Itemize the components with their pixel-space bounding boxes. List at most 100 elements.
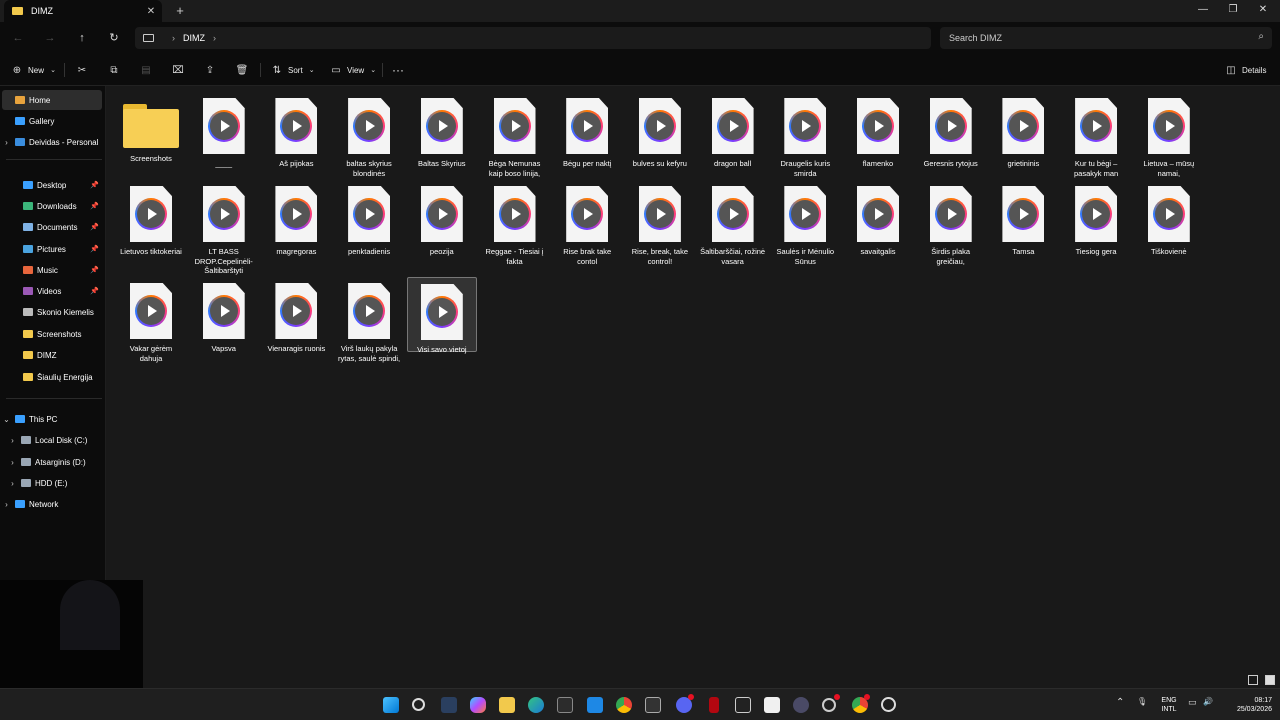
chevron-up-icon[interactable]: ⌃ [1116, 697, 1124, 708]
video-file-item[interactable]: Virš laukų pakyla rytas, saulė spindi, [334, 277, 404, 363]
back-button[interactable]: ← [10, 30, 26, 46]
expand-chevron-icon[interactable]: ⌄ [2, 415, 11, 424]
chrome-icon[interactable] [616, 697, 632, 713]
chevron-right-icon[interactable]: › [213, 33, 216, 43]
video-file-item[interactable]: Rise brak take contol [552, 180, 622, 266]
store-icon[interactable] [557, 697, 573, 713]
video-file-item[interactable]: Rise, break, take control! [625, 180, 695, 266]
epic-games-icon[interactable] [645, 697, 661, 713]
video-file-item[interactable]: Tamsa [988, 180, 1058, 257]
sidebar-item-music[interactable]: Music 📌 [2, 260, 102, 280]
video-file-item[interactable]: bulves su kefyru [625, 92, 695, 169]
video-file-item[interactable]: ____ [189, 92, 259, 169]
file-explorer-icon[interactable] [499, 697, 515, 713]
video-file-item[interactable]: Kur tu bėgi – pasakyk man [1061, 92, 1131, 178]
video-file-item[interactable]: Lietuvos tiktokeriai [116, 180, 186, 257]
video-file-item[interactable]: Reggae - Tiesiai į fakta [480, 180, 550, 266]
expand-chevron-icon[interactable]: › [8, 436, 17, 445]
video-file-item[interactable]: Aš pijokas [261, 92, 331, 169]
delete-button[interactable]: 🗑 [235, 62, 253, 78]
new-tab-button[interactable]: + [172, 3, 188, 19]
video-file-item[interactable]: Širdis plaka greičiau, [916, 180, 986, 266]
paste-button[interactable]: ▤ [139, 62, 157, 78]
sidebar-item-gallery[interactable]: Gallery [2, 111, 102, 131]
sidebar-item-dimz[interactable]: DIMZ [2, 345, 102, 365]
close-window-button[interactable]: ✕ [1248, 0, 1278, 22]
details-button[interactable]: ◫ Details [1224, 62, 1266, 78]
notepad-icon[interactable] [764, 697, 780, 713]
expand-chevron-icon[interactable]: › [2, 138, 11, 147]
media-player-icon[interactable] [881, 697, 896, 712]
sidebar-item-this-pc[interactable]: ⌄ This PC [2, 409, 102, 429]
steam-icon[interactable] [441, 697, 457, 713]
volume-icon[interactable]: 🔊 [1203, 697, 1213, 706]
video-file-item[interactable]: Vienaragis ruonis [261, 277, 331, 354]
sidebar-item-documents[interactable]: Documents 📌 [2, 217, 102, 237]
video-file-item[interactable]: Vapsva [189, 277, 259, 354]
sidebar-item-skonio-kiemelis[interactable]: Skonio Kiemelis [2, 302, 102, 322]
share-button[interactable]: ⇪ [203, 62, 221, 78]
video-file-item[interactable]: grietininis [988, 92, 1058, 169]
new-button[interactable]: ⊕ New ⌄ [10, 62, 64, 78]
sort-button[interactable]: ⇅ Sort ⌄ [270, 62, 323, 78]
video-file-item[interactable]: flamenko [843, 92, 913, 169]
video-file-item[interactable]: Vakar gėrėm dahuja [116, 277, 186, 363]
video-file-item[interactable]: baltas skyrius blondinės [334, 92, 404, 178]
video-file-item[interactable]: Baltas Skyrius [407, 92, 477, 169]
mail-icon[interactable] [587, 697, 603, 713]
edge-icon[interactable] [528, 697, 544, 713]
sidebar-item-home[interactable]: Home [2, 90, 102, 110]
expand-chevron-icon[interactable]: › [8, 458, 17, 467]
sidebar-item-local-disk-c[interactable]: › Local Disk (C:) [2, 430, 102, 450]
more-options-button[interactable]: ··· [392, 62, 404, 78]
obs-icon[interactable] [822, 698, 836, 712]
refresh-button[interactable]: ↻ [106, 30, 122, 46]
up-button[interactable]: ↑ [74, 30, 90, 46]
video-file-item[interactable]: Visi savo vietoj [406, 277, 477, 354]
sidebar-item-deividas-personal[interactable]: › Deividas - Personal [2, 132, 102, 152]
view-button[interactable]: ▭ View ⌄ [329, 62, 384, 78]
folder-item[interactable]: Screenshots [116, 92, 186, 164]
tab-close-button[interactable]: ✕ [144, 6, 158, 17]
video-file-item[interactable]: Tiesiog gera [1061, 180, 1131, 257]
microphone-icon[interactable]: 🎙 [1137, 697, 1147, 706]
x-app-icon[interactable] [735, 697, 751, 713]
expand-chevron-icon[interactable]: › [8, 479, 17, 488]
cut-button[interactable]: ✂ [75, 62, 93, 78]
address-bar[interactable]: › DIMZ › [135, 27, 931, 49]
copy-button[interactable]: ⧉ [107, 62, 125, 78]
sidebar-item-atsarginis-d[interactable]: › Atsarginis (D:) [2, 452, 102, 472]
search-icon[interactable] [412, 698, 425, 711]
sidebar-item-pictures[interactable]: Pictures 📌 [2, 239, 102, 259]
video-file-item[interactable]: magregoras [261, 180, 331, 257]
netflix-icon[interactable] [709, 697, 719, 713]
forward-button[interactable]: → [42, 30, 58, 46]
copilot-icon[interactable] [470, 697, 486, 713]
sidebar-item-desktop[interactable]: Desktop 📌 [2, 175, 102, 195]
video-file-item[interactable]: Lietuva – mūsų namai, [1134, 92, 1204, 178]
video-file-item[interactable]: Saulės ir Mėnulio Sūnus [770, 180, 840, 266]
video-file-item[interactable]: dragon ball [698, 92, 768, 169]
minimize-button[interactable]: — [1188, 0, 1218, 22]
sidebar-item-videos[interactable]: Videos 📌 [2, 281, 102, 301]
video-file-item[interactable]: Geresnis rytojus [916, 92, 986, 169]
video-file-item[interactable]: savaitgalis [843, 180, 913, 257]
video-file-item[interactable]: Bėga Nemunas kaip boso linija, [480, 92, 550, 178]
sidebar-item-hdd-e[interactable]: › HDD (E:) [2, 473, 102, 493]
search-input[interactable]: Search DIMZ ⌕ [940, 27, 1272, 49]
video-file-item[interactable]: Draugelis kuris smirda [770, 92, 840, 178]
sidebar-item-downloads[interactable]: Downloads 📌 [2, 196, 102, 216]
start-windows-icon[interactable] [383, 697, 399, 713]
video-file-item[interactable]: penktadienis [334, 180, 404, 257]
clock[interactable]: 08:17 25/03/2026 [1226, 696, 1272, 714]
sidebar-item-šiaulių-energija[interactable]: Šiaulių Energija [2, 367, 102, 387]
language-indicator[interactable]: ENG INTL [1158, 696, 1180, 714]
maximize-button[interactable]: ❐ [1218, 0, 1248, 22]
tab-dimz[interactable]: DIMZ ✕ [4, 0, 162, 22]
video-file-item[interactable]: LT BASS DROP.Cepelinėli-Šaltibarštyti [189, 180, 259, 276]
sidebar-item-network[interactable]: › Network [2, 494, 102, 514]
large-icons-view-toggle[interactable] [1265, 675, 1275, 685]
monitor-icon[interactable]: ▭ [1188, 697, 1197, 708]
chevron-right-icon[interactable]: › [172, 33, 175, 43]
sidebar-item-screenshots[interactable]: Screenshots [2, 324, 102, 344]
